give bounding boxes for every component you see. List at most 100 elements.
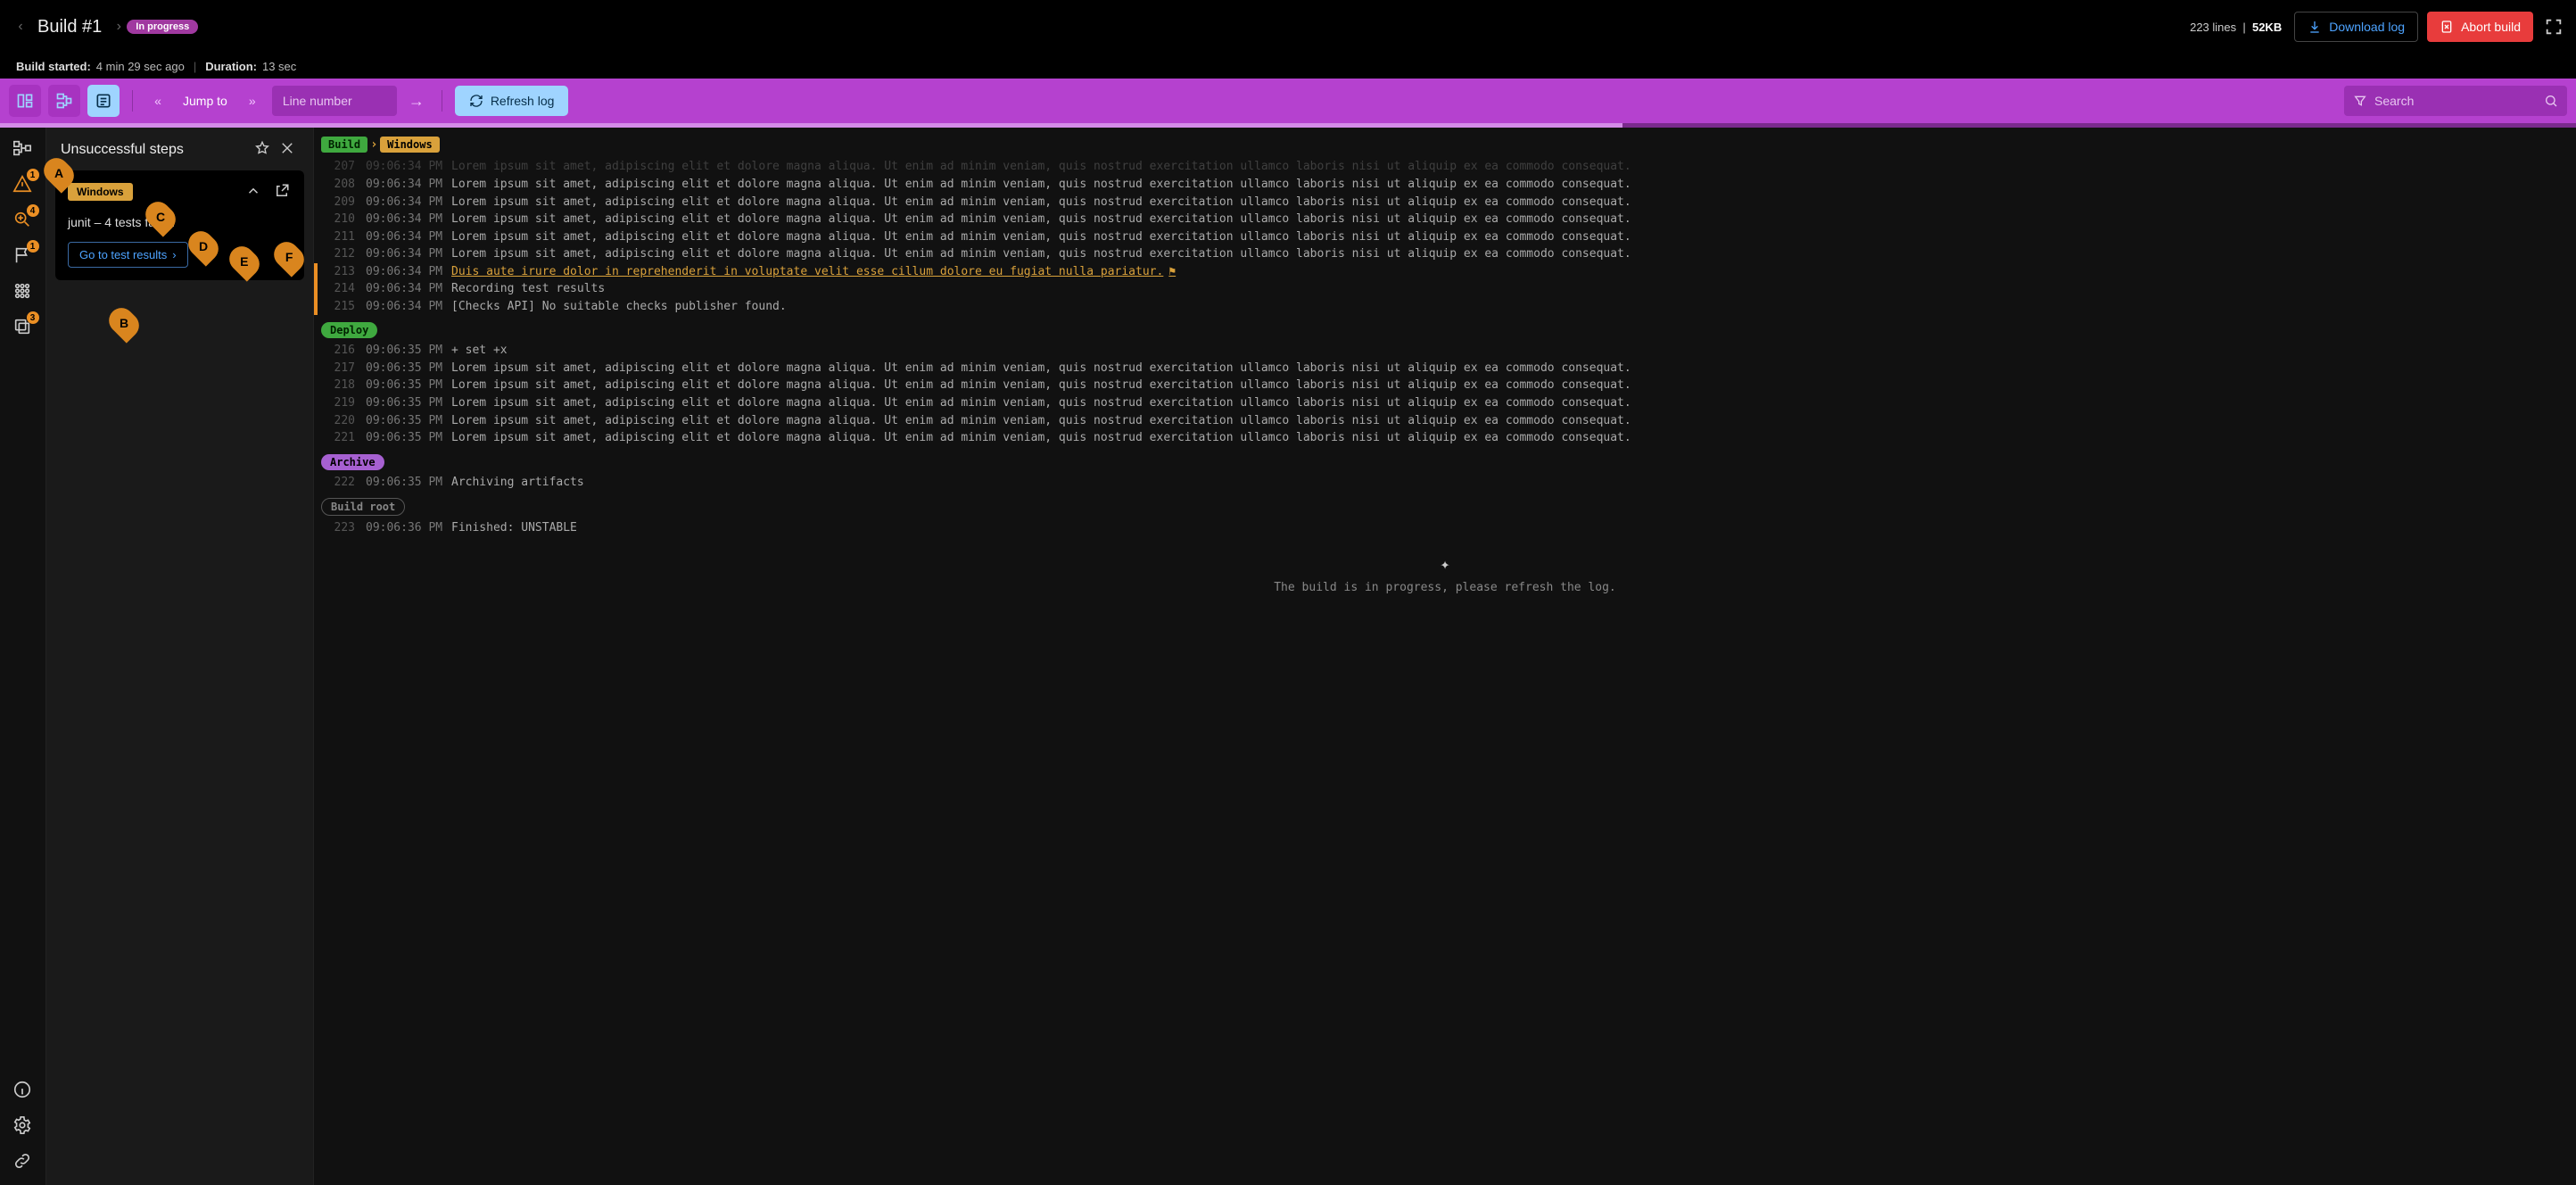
back-chevron-icon[interactable]: ‹ [12,19,29,35]
log-line[interactable]: 21509:06:34 PM[Checks API] No suitable c… [314,298,2576,316]
log-line[interactable]: 21209:06:34 PMLorem ipsum sit amet, adip… [314,245,2576,263]
apps-icon[interactable] [12,281,34,302]
log-message: Lorem ipsum sit amet, adipiscing elit et… [451,413,2565,429]
duration-label: Duration: [205,60,257,73]
side-panel-title: Unsuccessful steps [61,142,249,158]
view-log-button[interactable] [87,85,120,117]
log-line[interactable]: 20909:06:34 PMLorem ipsum sit amet, adip… [314,194,2576,211]
failure-summary: junit – 4 tests failed [68,215,292,229]
abort-build-button[interactable]: Abort build [2427,12,2533,42]
timestamp: 09:06:35 PM [366,360,451,377]
tree-icon[interactable] [12,138,34,160]
line-number: 210 [314,211,366,228]
chevron-up-icon[interactable] [244,181,263,201]
jump-next-icon[interactable]: » [240,94,265,108]
magnify-badge: 4 [27,204,39,217]
timestamp: 09:06:34 PM [366,264,451,280]
abort-build-label: Abort build [2461,20,2521,34]
warning-icon[interactable]: 1 [12,174,34,195]
log-footer: ✦ The build is in progress, please refre… [314,537,2576,603]
flag-icon[interactable]: ⚑ [1168,265,1176,278]
close-icon[interactable] [279,140,299,160]
magnify-icon[interactable]: 4 [12,210,34,231]
line-number: 218 [314,377,366,394]
timestamp: 09:06:34 PM [366,195,451,211]
started-label: Build started: [16,60,91,73]
gear-icon[interactable] [12,1115,34,1137]
log-message: Lorem ipsum sit amet, adipiscing elit et… [451,430,2565,446]
line-number: 219 [314,395,366,411]
log-line[interactable]: 21909:06:35 PMLorem ipsum sit amet, adip… [314,394,2576,412]
crumb-sub[interactable]: Windows [380,137,440,153]
log-line[interactable]: 20709:06:34 PMLorem ipsum sit amet, adip… [314,158,2576,176]
fullscreen-icon[interactable] [2544,17,2564,37]
log-message: Lorem ipsum sit amet, adipiscing elit et… [451,246,2565,262]
timestamp: 09:06:36 PM [366,520,451,536]
refresh-icon [469,94,483,108]
download-log-label: Download log [2329,20,2405,34]
log-line[interactable]: 21809:06:35 PMLorem ipsum sit amet, adip… [314,377,2576,394]
refresh-log-button[interactable]: Refresh log [455,86,569,116]
log-line[interactable]: 22009:06:35 PMLorem ipsum sit amet, adip… [314,412,2576,430]
search-icon [2544,94,2558,108]
download-icon [2308,20,2322,34]
abort-icon [2440,20,2454,34]
log-line[interactable]: 22309:06:36 PMFinished: UNSTABLE [314,519,2576,537]
popout-icon[interactable] [272,181,292,201]
go-to-test-results-button[interactable]: Go to test results › [68,242,188,268]
log-message: Lorem ipsum sit amet, adipiscing elit et… [451,195,2565,211]
log-line[interactable]: 22209:06:35 PMArchiving artifacts [314,474,2576,492]
log-message: Archiving artifacts [451,475,2565,491]
log-message: Lorem ipsum sit amet, adipiscing elit et… [451,177,2565,193]
flag-icon[interactable]: 1 [12,245,34,267]
link-icon[interactable] [12,1151,34,1173]
subheader: Build started: 4 min 29 sec ago | Durati… [0,54,2576,79]
log-message: Lorem ipsum sit amet, adipiscing elit et… [451,211,2565,228]
warning-badge: 1 [27,169,39,181]
crumb-stage[interactable]: Build [321,137,367,153]
timestamp: 09:06:35 PM [366,395,451,411]
info-icon[interactable] [12,1080,34,1101]
timestamp: 09:06:34 PM [366,211,451,228]
line-number-input[interactable] [272,86,397,116]
view-tree-button[interactable] [48,85,80,117]
line-number: 211 [314,229,366,245]
line-number: 207 [314,159,366,175]
line-number: 216 [314,343,366,359]
jump-prev-icon[interactable]: « [145,94,170,108]
search-input[interactable] [2374,94,2537,108]
line-number: 213 [314,264,366,280]
icon-rail: 1 4 1 3 [0,128,46,1185]
log-line[interactable]: 21709:06:35 PMLorem ipsum sit amet, adip… [314,360,2576,377]
stage-archive[interactable]: Archive [321,454,384,470]
log-lines: 223 lines [2190,21,2236,34]
log-message: + set +x [451,343,2565,359]
chevron-right-icon: › [172,248,176,261]
footer-text: The build is in progress, please refresh… [314,581,2576,594]
log-line[interactable]: 21409:06:34 PMRecording test results [314,280,2576,298]
unsuccessful-step-card: Windows junit – 4 tests failed Go to tes… [55,170,304,280]
log-message: Duis aute irure dolor in reprehenderit i… [451,264,2565,280]
log-message: Recording test results [451,281,2565,297]
stage-deploy[interactable]: Deploy [321,322,377,338]
download-log-button[interactable]: Download log [2294,12,2418,42]
log-line[interactable]: 21609:06:35 PM+ set +x [314,342,2576,360]
log-area[interactable]: Build Windows 20709:06:34 PMLorem ipsum … [314,128,2576,1185]
log-line[interactable]: 21009:06:34 PMLorem ipsum sit amet, adip… [314,211,2576,228]
go-arrow-icon[interactable]: → [404,92,429,111]
timestamp: 09:06:35 PM [366,430,451,446]
timestamp: 09:06:34 PM [366,229,451,245]
log-line[interactable]: 20809:06:34 PMLorem ipsum sit amet, adip… [314,176,2576,194]
stage-root[interactable]: Build root [321,498,405,516]
log-line[interactable]: 21109:06:34 PMLorem ipsum sit amet, adip… [314,228,2576,246]
forward-chevron-icon[interactable]: › [111,19,127,35]
status-badge: In progress [127,20,198,34]
log-line[interactable]: 21309:06:34 PMDuis aute irure dolor in r… [314,263,2576,281]
view-flow-button[interactable] [9,85,41,117]
line-number: 217 [314,360,366,377]
copies-icon[interactable]: 3 [12,317,34,338]
log-message: Finished: UNSTABLE [451,520,2565,536]
search-box[interactable] [2344,86,2567,116]
log-line[interactable]: 22109:06:35 PMLorem ipsum sit amet, adip… [314,429,2576,447]
star-icon[interactable] [254,140,274,160]
